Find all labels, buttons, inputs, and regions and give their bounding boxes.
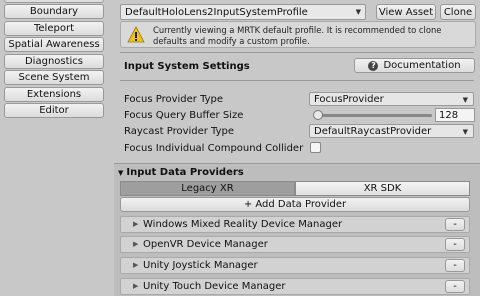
documentation-button[interactable]: ? Documentation: [354, 58, 475, 73]
remove-provider-button[interactable]: -: [445, 259, 465, 272]
profile-nav: Boundary Teleport Spatial Awareness Diag…: [0, 0, 114, 296]
buffer-size-field[interactable]: 128: [435, 108, 475, 122]
nav-item-spatial-awareness[interactable]: Spatial Awareness: [4, 37, 104, 52]
section-title: Input System Settings: [124, 61, 250, 72]
provider-name: Unity Touch Device Manager: [143, 281, 286, 292]
triangle-right-icon: ▶: [133, 261, 139, 269]
provider-name: OpenVR Device Manager: [143, 239, 268, 250]
remove-provider-button[interactable]: -: [445, 280, 465, 293]
inspector-panel: DefaultHoloLens2InputSystemProfile ▼ Vie…: [114, 0, 480, 296]
nav-item-editor[interactable]: Editor: [4, 103, 104, 118]
data-providers-header[interactable]: ▼ Input Data Providers: [118, 167, 244, 178]
tab-xr-sdk[interactable]: XR SDK: [295, 181, 470, 196]
chevron-down-icon: ▼: [355, 8, 361, 16]
add-data-provider-button[interactable]: + Add Data Provider: [120, 197, 470, 212]
slider-handle[interactable]: [313, 110, 323, 120]
profile-dropdown[interactable]: DefaultHoloLens2InputSystemProfile ▼: [120, 4, 366, 20]
divider: [120, 80, 474, 81]
profile-dropdown-value: DefaultHoloLens2InputSystemProfile: [125, 6, 308, 18]
triangle-right-icon: ▶: [133, 282, 139, 290]
view-asset-button[interactable]: View Asset: [376, 4, 436, 20]
focus-query-buffer-size-label: Focus Query Buffer Size: [124, 110, 244, 121]
warning-text: Currently viewing a MRTK default profile…: [153, 25, 442, 46]
focus-compound-collider-checkbox[interactable]: [310, 142, 321, 153]
buffer-size-slider[interactable]: [314, 114, 432, 117]
chevron-down-icon: ▼: [462, 96, 468, 104]
focus-compound-collider-label: Focus Individual Compound Collider: [124, 143, 304, 154]
focus-provider-type-label: Focus Provider Type: [124, 94, 224, 105]
triangle-down-icon: ▼: [118, 169, 124, 177]
data-providers-title: Input Data Providers: [126, 167, 244, 178]
documentation-label: Documentation: [383, 60, 461, 71]
provider-row[interactable]: ▶ Unity Joystick Manager -: [120, 257, 470, 274]
nav-item-teleport[interactable]: Teleport: [4, 21, 104, 36]
divider: [120, 52, 474, 53]
remove-provider-button[interactable]: -: [445, 238, 465, 251]
raycast-provider-type-value: DefaultRaycastProvider: [314, 125, 432, 137]
provider-row[interactable]: ▶ OpenVR Device Manager -: [120, 236, 470, 253]
provider-name: Unity Joystick Manager: [143, 260, 258, 271]
chevron-down-icon: ▼: [462, 128, 468, 136]
nav-item-extensions[interactable]: Extensions: [4, 87, 104, 102]
nav-item-diagnostics[interactable]: Diagnostics: [4, 54, 104, 69]
raycast-provider-type-dropdown[interactable]: DefaultRaycastProvider ▼: [309, 124, 474, 138]
warning-icon: [127, 26, 145, 43]
triangle-right-icon: ▶: [133, 240, 139, 248]
provider-name: Windows Mixed Reality Device Manager: [143, 219, 343, 230]
data-providers-section: ▼ Input Data Providers Legacy XR XR SDK +…: [114, 163, 480, 296]
focus-provider-type-value: FocusProvider: [314, 93, 384, 105]
nav-item-hidden[interactable]: [4, 0, 104, 3]
nav-item-scene-system[interactable]: Scene System: [4, 70, 104, 85]
nav-item-boundary[interactable]: Boundary: [4, 4, 104, 19]
triangle-right-icon: ▶: [133, 220, 139, 228]
tab-legacy-xr[interactable]: Legacy XR: [120, 181, 295, 196]
provider-row[interactable]: ▶ Unity Touch Device Manager -: [120, 278, 470, 295]
provider-row[interactable]: ▶ Windows Mixed Reality Device Manager -: [120, 216, 470, 233]
remove-provider-button[interactable]: -: [445, 218, 465, 231]
clone-button[interactable]: Clone: [440, 4, 476, 20]
raycast-provider-type-label: Raycast Provider Type: [124, 126, 235, 137]
warning-box: Currently viewing a MRTK default profile…: [120, 21, 476, 48]
focus-provider-type-dropdown[interactable]: FocusProvider ▼: [309, 92, 474, 106]
help-icon: ?: [368, 60, 379, 71]
